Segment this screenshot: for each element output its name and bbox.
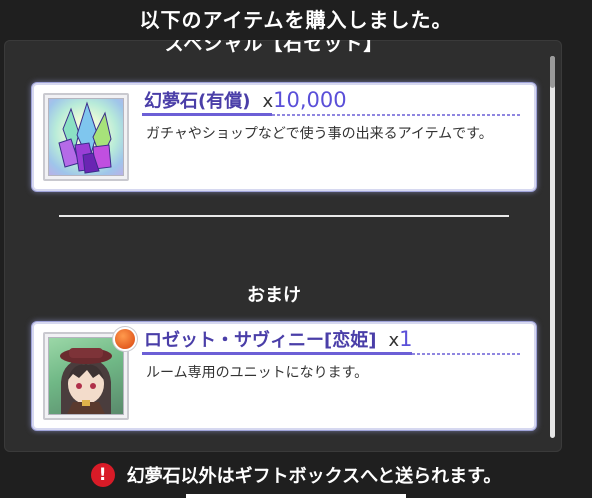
notice-text: 幻夢石以外はギフトボックスへと送られます。 bbox=[126, 466, 502, 487]
scrollbar-track[interactable] bbox=[550, 56, 555, 438]
bonus-item-card: ロゼット・サヴィニー[恋姫] x1 ルーム専用のユニットになります。 bbox=[34, 324, 534, 428]
character-portrait bbox=[60, 348, 112, 414]
bonus-item-quantity-prefix: x bbox=[388, 330, 400, 351]
purchased-item-card: 幻夢石(有償) x10,000 ガチャやショップなどで使う事の出来るアイテムです。 bbox=[34, 85, 534, 189]
name-underline-solid bbox=[142, 113, 272, 116]
bonus-item-name-line: ロゼット・サヴィニー[恋姫] x1 bbox=[144, 326, 412, 352]
purchased-item-quantity-prefix: x bbox=[262, 91, 274, 112]
bonus-item-quantity: 1 bbox=[399, 327, 413, 351]
purchased-item-quantity: 10,000 bbox=[273, 88, 347, 112]
purchased-item-name-line: 幻夢石(有償) x10,000 bbox=[144, 87, 347, 113]
bonus-item-description: ルーム専用のユニットになります。 bbox=[146, 365, 369, 381]
purchased-item-name: 幻夢石(有償) bbox=[144, 91, 251, 112]
item-thumbnail bbox=[43, 93, 129, 181]
section-header-cutoff: スペシャル【石セット】 bbox=[164, 40, 384, 55]
bonus-item-name: ロゼット・サヴィニー[恋姫] bbox=[144, 330, 377, 351]
purchased-item-description: ガチャやショップなどで使う事の出来るアイテムです。 bbox=[146, 126, 493, 142]
purchase-result-panel[interactable]: スペシャル【石セット】 幻夢石(有償) x10,000 ガチャやショップなどで使う… bbox=[4, 40, 562, 452]
scrollbar-thumb[interactable] bbox=[550, 56, 555, 88]
ok-button-edge[interactable] bbox=[186, 494, 406, 498]
bonus-heading: おまけ bbox=[247, 285, 301, 306]
section-divider bbox=[59, 215, 509, 217]
dialog-title: 以下のアイテムを購入しました。 bbox=[139, 8, 453, 32]
crystal-icon bbox=[58, 101, 112, 174]
notice-line: ! 幻夢石以外はギフトボックスへと送られます。 bbox=[0, 462, 592, 488]
warning-icon: ! bbox=[90, 463, 115, 487]
fire-element-icon bbox=[115, 329, 135, 349]
bonus-item-thumbnail bbox=[43, 332, 129, 420]
bonus-name-underline-solid bbox=[142, 352, 412, 355]
